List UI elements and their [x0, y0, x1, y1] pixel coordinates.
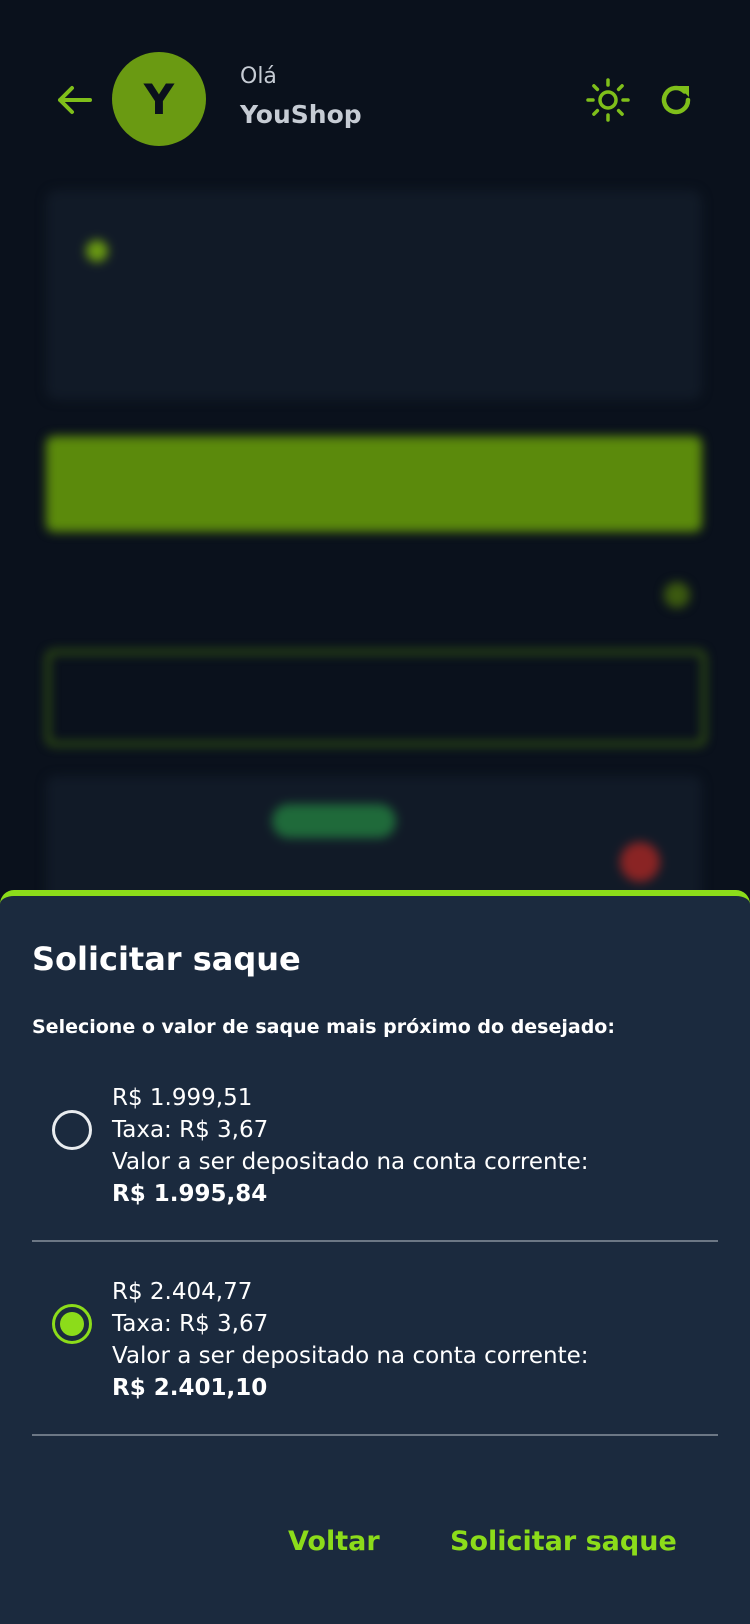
sun-icon: [586, 78, 630, 122]
greeting-text: Olá: [240, 64, 277, 89]
withdraw-option[interactable]: R$ 1.999,51 Taxa: R$ 3,67 Valor a ser de…: [32, 1082, 718, 1242]
theme-toggle-button[interactable]: [584, 76, 632, 124]
sheet-instruction: Selecione o valor de saque mais próximo …: [32, 1016, 615, 1038]
refresh-button[interactable]: [652, 76, 700, 124]
arrow-left-icon: [58, 86, 92, 114]
request-withdraw-button[interactable]: Solicitar saque: [450, 1526, 677, 1557]
option-deposit-label: Valor a ser depositado na conta corrente…: [112, 1343, 589, 1369]
divider: [32, 1434, 718, 1436]
withdraw-screen: Y Olá YouShop Solicitar saque Selecione …: [0, 0, 750, 1624]
option-details: R$ 2.404,77 Taxa: R$ 3,67 Valor a ser de…: [112, 1276, 589, 1404]
option-amount: R$ 2.404,77: [112, 1279, 253, 1305]
sheet-actions: Voltar Solicitar saque: [0, 1526, 750, 1586]
radio-dot: [60, 1312, 84, 1336]
radio-button-unchecked[interactable]: [52, 1110, 92, 1150]
balance-value: [82, 340, 89, 365]
option-fee: Taxa: R$ 3,67: [112, 1117, 269, 1143]
option-deposit-label: Valor a ser depositado na conta corrente…: [112, 1149, 589, 1175]
back-button[interactable]: [52, 78, 96, 122]
radio-button-checked[interactable]: [52, 1304, 92, 1344]
avatar: Y: [112, 52, 206, 146]
option-deposit-value: R$ 1.995,84: [112, 1181, 268, 1207]
refresh-icon: [661, 85, 691, 115]
status-badge: [272, 804, 396, 838]
register-bank-account-button: [46, 650, 706, 746]
header: Y Olá YouShop: [0, 0, 750, 190]
shop-name: YouShop: [240, 100, 362, 129]
balance-indicator: [86, 240, 108, 262]
withdraw-main-button: [46, 436, 702, 532]
delete-icon: [620, 842, 660, 882]
back-action-button[interactable]: Voltar: [288, 1526, 380, 1557]
divider: [32, 1240, 718, 1242]
option-deposit-value: R$ 2.401,10: [112, 1375, 268, 1401]
chevron-icon: [664, 582, 690, 608]
balance-card: [46, 190, 702, 400]
sheet-title: Solicitar saque: [32, 940, 301, 978]
withdraw-sheet: Solicitar saque Selecione o valor de saq…: [0, 890, 750, 1624]
option-fee: Taxa: R$ 3,67: [112, 1311, 269, 1337]
option-amount: R$ 1.999,51: [112, 1085, 253, 1111]
withdraw-option[interactable]: R$ 2.404,77 Taxa: R$ 3,67 Valor a ser de…: [32, 1276, 718, 1436]
balance-label: [82, 290, 89, 315]
background-content: [0, 180, 750, 916]
option-details: R$ 1.999,51 Taxa: R$ 3,67 Valor a ser de…: [112, 1082, 589, 1210]
